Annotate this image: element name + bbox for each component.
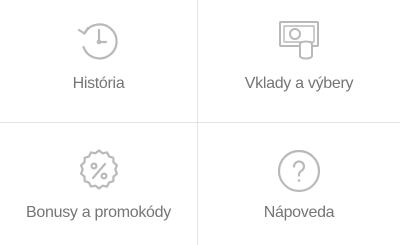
menu-item-bonuses-label: Bonusy a promokódy bbox=[26, 204, 171, 221]
bonus-percent-icon bbox=[75, 147, 123, 195]
menu-item-help[interactable]: Nápoveda bbox=[198, 123, 400, 245]
menu-item-history[interactable]: História bbox=[0, 0, 198, 123]
help-icon bbox=[275, 147, 323, 195]
account-menu-grid: História Vklady a výbery Bonusy a promok… bbox=[0, 0, 400, 245]
menu-item-deposits-withdrawals[interactable]: Vklady a výbery bbox=[198, 0, 400, 123]
menu-item-help-label: Nápoveda bbox=[263, 204, 335, 221]
menu-item-deposits-label: Vklady a výbery bbox=[244, 75, 354, 92]
menu-item-history-label: História bbox=[72, 75, 125, 92]
menu-item-bonuses[interactable]: Bonusy a promokódy bbox=[0, 123, 198, 245]
deposit-withdraw-icon bbox=[275, 16, 323, 64]
history-icon bbox=[75, 16, 123, 64]
